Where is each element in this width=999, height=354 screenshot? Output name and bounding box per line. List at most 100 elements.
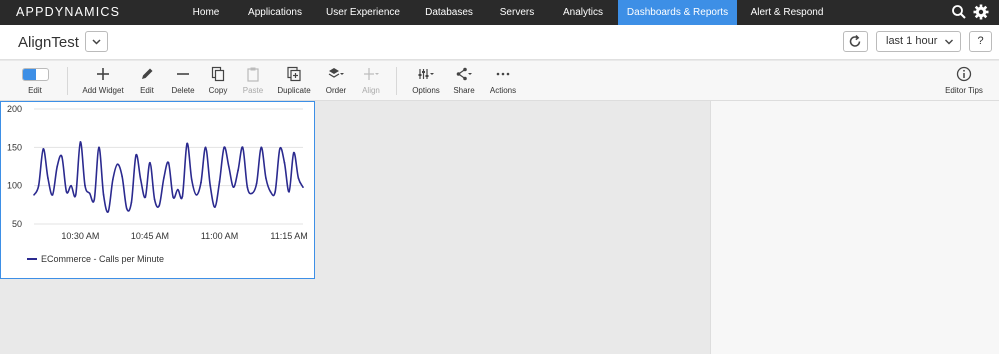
right-panel	[710, 101, 999, 354]
data-point	[125, 207, 128, 210]
align-button[interactable]: Align	[356, 61, 386, 101]
copy-icon	[211, 66, 225, 82]
align-icon	[364, 68, 379, 80]
data-point	[246, 186, 249, 188]
top-nav-bar: APPDYNAMICS Home Applications User Exper…	[0, 0, 999, 25]
edit-mode-label: Edit	[28, 86, 42, 95]
edit-widget-label: Edit	[140, 86, 154, 95]
nav-dashboards-reports[interactable]: Dashboards & Reports	[618, 0, 737, 25]
copy-button[interactable]: Copy	[203, 61, 233, 101]
data-point	[251, 192, 253, 195]
actions-button[interactable]: Actions	[486, 61, 520, 101]
dashboard-dropdown-button[interactable]	[85, 31, 108, 52]
data-point	[51, 194, 54, 196]
x-tick-label: 10:30 AM	[61, 231, 99, 241]
gear-icon[interactable]	[972, 3, 990, 21]
data-point	[176, 188, 179, 191]
refresh-button[interactable]	[843, 31, 868, 52]
chart-legend: ECommerce - Calls per Minute	[27, 254, 164, 264]
data-point	[79, 141, 82, 143]
nav-servers[interactable]: Servers	[494, 0, 540, 25]
data-point	[135, 154, 137, 156]
x-tick-label: 11:00 AM	[201, 231, 238, 241]
data-point	[130, 201, 133, 204]
data-point	[227, 165, 230, 168]
data-point	[112, 178, 114, 181]
line-chart: 50 100 150 200 10:30 AM 10:45 AM 11:00 AM 11:15…	[7, 104, 308, 241]
x-tick-label: 11:15 AM	[270, 231, 307, 241]
align-label: Align	[362, 86, 380, 95]
options-button[interactable]: Options	[408, 61, 444, 101]
data-point	[167, 161, 170, 164]
paste-button[interactable]: Paste	[238, 61, 268, 101]
editor-tips-button[interactable]: Editor Tips	[940, 61, 988, 101]
data-point	[74, 194, 77, 196]
ellipsis-icon	[496, 72, 510, 76]
data-point	[288, 191, 290, 193]
share-button[interactable]: Share	[448, 61, 480, 101]
data-point	[200, 181, 202, 184]
data-point	[283, 161, 286, 164]
data-point	[121, 175, 123, 178]
toggle-switch[interactable]	[22, 68, 49, 81]
nav-home[interactable]: Home	[182, 0, 230, 25]
nav-databases[interactable]: Databases	[420, 0, 478, 25]
data-point	[204, 146, 207, 149]
refresh-icon	[849, 34, 861, 47]
toolbar-divider	[396, 67, 397, 95]
data-point	[153, 198, 156, 201]
data-point	[93, 198, 96, 201]
time-range-label: last 1 hour	[886, 35, 938, 47]
data-point	[33, 194, 35, 196]
data-point	[47, 177, 49, 179]
chevron-down-icon	[945, 39, 953, 45]
data-point	[163, 177, 165, 179]
data-point	[102, 194, 105, 196]
data-point	[218, 181, 221, 183]
help-button[interactable]: ?	[969, 31, 992, 52]
data-point	[214, 206, 216, 208]
data-point	[116, 163, 119, 165]
data-point	[195, 194, 198, 196]
editor-tips-label: Editor Tips	[945, 86, 983, 95]
data-point	[232, 186, 235, 188]
edit-mode-toggle[interactable]: Edit	[14, 61, 56, 101]
data-point	[107, 210, 110, 213]
time-range-selector[interactable]: last 1 hour	[876, 31, 961, 52]
data-point	[223, 146, 225, 149]
options-label: Options	[412, 86, 440, 95]
nav-analytics[interactable]: Analytics	[556, 0, 610, 25]
order-label: Order	[325, 86, 347, 95]
data-point	[149, 161, 151, 164]
delete-button[interactable]: Delete	[168, 61, 198, 101]
duplicate-label: Duplicate	[277, 86, 311, 95]
nav-alert-respond[interactable]: Alert & Respond	[746, 0, 828, 25]
search-icon[interactable]	[950, 3, 968, 21]
minus-icon	[177, 73, 189, 75]
y-tick-label: 150	[7, 142, 22, 152]
data-point	[158, 204, 161, 207]
duplicate-button[interactable]: Duplicate	[274, 61, 314, 101]
data-point	[186, 142, 188, 145]
plus-icon	[97, 68, 109, 80]
data-point	[260, 146, 263, 149]
data-point	[190, 178, 193, 181]
appdynamics-logo[interactable]: APPDYNAMICS	[16, 5, 120, 19]
series-line	[33, 141, 304, 213]
data-point	[37, 184, 40, 187]
edit-widget-button[interactable]: Edit	[132, 61, 162, 101]
nav-user-experience[interactable]: User Experience	[322, 0, 404, 25]
chart-widget[interactable]: 50 100 150 200 10:30 AM 10:45 AM 11:00 AM 11:15…	[0, 101, 315, 279]
y-tick-label: 50	[12, 219, 22, 229]
nav-applications[interactable]: Applications	[240, 0, 310, 25]
data-point	[302, 186, 304, 188]
data-point	[255, 182, 258, 185]
y-tick-label: 200	[7, 104, 22, 114]
data-point	[139, 178, 142, 181]
chevron-down-icon	[92, 39, 101, 45]
legend-label: ECommerce - Calls per Minute	[41, 254, 165, 264]
data-point	[84, 184, 86, 187]
layers-icon	[328, 68, 344, 78]
add-widget-button[interactable]: Add Widget	[80, 61, 126, 101]
order-button[interactable]: Order	[320, 61, 352, 101]
